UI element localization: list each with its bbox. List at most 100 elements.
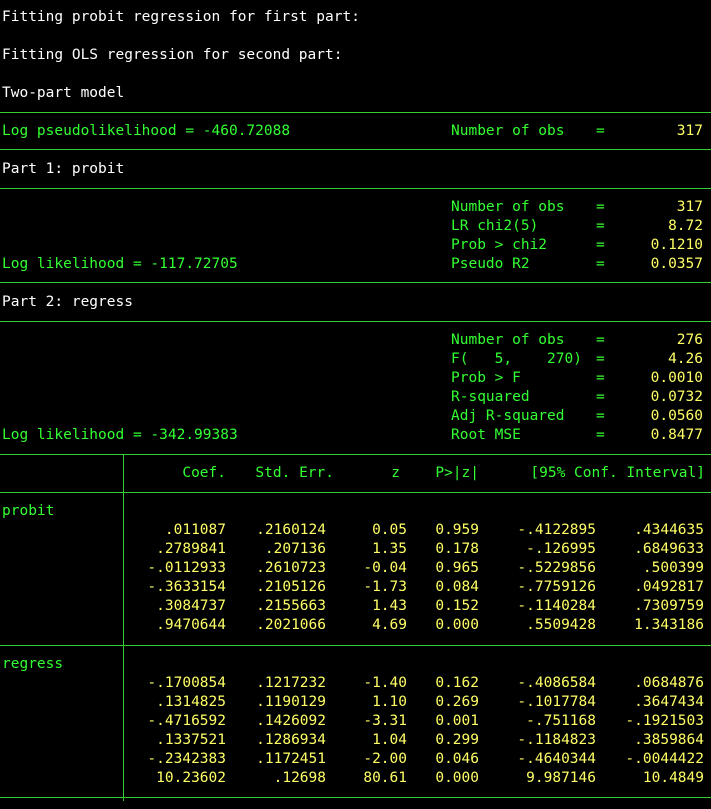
table-cell: -.3633154 [147,579,226,595]
table-cell: .2021066 [256,617,326,633]
table-cell: 0.000 [435,770,479,786]
eq-label-probit: probit [2,503,55,519]
stat-label: R-squared [451,389,530,405]
table-cell: 0.269 [435,694,479,710]
table-cell: 9.987146 [526,770,596,786]
table-cell: .3647434 [634,694,704,710]
stat-value: 0.8477 [650,427,703,443]
table-cell: 0.046 [435,751,479,767]
model-loglik: Log pseudolikelihood = -460.72088 [2,123,291,139]
table-cell: .4344635 [634,522,704,538]
stat-equals: = [596,199,605,215]
stat-value: 0.0357 [650,256,703,272]
table-cell: 0.299 [435,732,479,748]
stat-value: 317 [676,199,703,215]
table-cell: 10.4849 [642,770,704,786]
table-cell: .207136 [264,541,326,557]
model-stat-value: 317 [676,123,703,139]
table-cell: .6849633 [634,541,704,557]
table-cell: .1190129 [256,694,326,710]
table-cell: .3859864 [634,732,704,748]
stat-value: 276 [676,332,703,348]
table-cell: .2789841 [156,541,226,557]
table-cell: .1217232 [256,675,326,691]
divider [0,112,711,113]
table-cell: 0.162 [435,675,479,691]
stat-label: Prob > F [451,370,521,386]
table-cell: .3084737 [156,598,226,614]
stat-equals: = [596,351,605,367]
column-header: Std. Err. [255,465,334,481]
table-cell: .2105126 [256,579,326,595]
stat-label: Adj R-squared [451,408,565,424]
table-cell: -.5229856 [517,560,596,576]
table-cell: .5509428 [526,617,596,633]
part2-title: Part 2: regress [2,294,133,310]
table-cell: -.4716592 [147,713,226,729]
stat-label: Number of obs [451,199,565,215]
table-bottom-border [0,797,711,798]
stat-equals: = [596,389,605,405]
stat-value: 0.1210 [650,237,703,253]
stat-equals: = [596,237,605,253]
table-cell: .0684876 [634,675,704,691]
table-cell: .7309759 [634,598,704,614]
table-cell: -.4086584 [517,675,596,691]
table-cell: -.7759126 [517,579,596,595]
table-cell: 0.084 [435,579,479,595]
table-cell: .011087 [164,522,226,538]
stat-value: 0.0732 [650,389,703,405]
table-cell: 0.959 [435,522,479,538]
table-header-border [0,492,711,493]
table-cell: -.0112933 [147,560,226,576]
stat-equals: = [596,332,605,348]
model-stat-label: Number of obs [451,123,565,139]
table-cell: 1.343186 [634,617,704,633]
table-cell: 0.001 [435,713,479,729]
table-cell: 0.178 [435,541,479,557]
stat-equals: = [596,408,605,424]
table-cell: .1314825 [156,694,226,710]
stat-label: Number of obs [451,332,565,348]
stat-label: Root MSE [451,427,521,443]
table-cell: -.1140284 [517,598,596,614]
table-cell: 10.23602 [156,770,226,786]
stat-equals: = [596,427,605,443]
part2-loglik: Log likelihood = -342.99383 [2,427,238,443]
divider [0,321,711,322]
stat-label: LR chi2(5) [451,218,539,234]
stat-value: 0.0560 [650,408,703,424]
stat-label: Prob > chi2 [451,237,548,253]
stat-value: 4.26 [668,351,703,367]
table-cell: -.4122895 [517,522,596,538]
table-cell: -.1700854 [147,675,226,691]
stat-label: Pseudo R2 [451,256,530,272]
stat-equals: = [596,370,605,386]
eq-label-regress: regress [2,656,64,672]
table-cell: 0.152 [435,598,479,614]
table-cell: -.4640344 [517,751,596,767]
table-cell: -.751168 [526,713,596,729]
model-stat-eq: = [596,123,605,139]
table-cell: 0.000 [435,617,479,633]
table-cell: .0492817 [634,579,704,595]
table-section-border [0,645,711,646]
table-cell: .2610723 [256,560,326,576]
divider [0,282,711,283]
stat-label: F( 5, 270) [451,351,582,367]
table-cell: -.1184823 [517,732,596,748]
table-cell: .12698 [273,770,326,786]
table-vertical-divider [123,454,124,801]
table-cell: 0.965 [435,560,479,576]
model-title: Two-part model [2,85,125,101]
table-cell: -.1921503 [625,713,704,729]
table-cell: .1286934 [256,732,326,748]
column-header: z [391,465,400,481]
table-cell: .500399 [642,560,704,576]
column-header: P>|z| [435,465,479,481]
table-cell: -.0044422 [625,751,704,767]
table-cell: -.1017784 [517,694,596,710]
stat-value: 8.72 [668,218,703,234]
column-header: [95% Conf. Interval] [530,465,705,481]
table-cell: .9470644 [156,617,226,633]
